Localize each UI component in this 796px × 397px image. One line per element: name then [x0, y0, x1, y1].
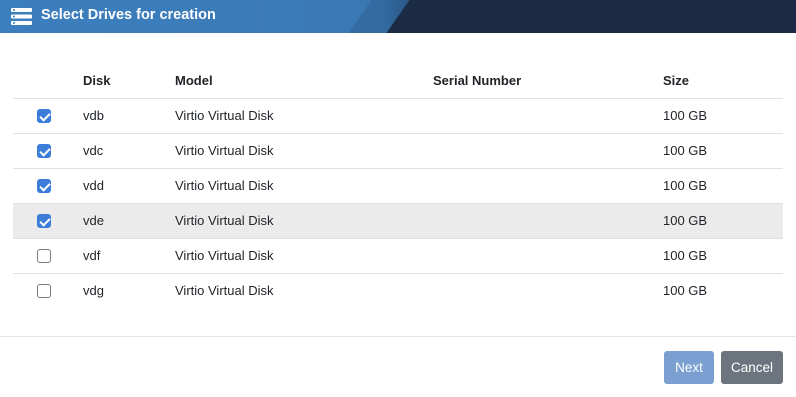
table-header-row: Disk Model Serial Number Size — [13, 64, 783, 99]
drives-table-container: Disk Model Serial Number Size vdb Virtio … — [13, 64, 783, 308]
select-cell — [13, 133, 83, 169]
column-header-select — [13, 64, 83, 99]
drive-checkbox[interactable] — [37, 143, 51, 158]
serial-cell — [433, 133, 663, 169]
column-header-serial[interactable]: Serial Number — [433, 64, 663, 99]
cancel-button[interactable]: Cancel — [721, 351, 783, 384]
select-cell — [13, 238, 83, 274]
server-list-icon — [11, 8, 32, 25]
dialog-title: Select Drives for creation — [41, 7, 216, 23]
drive-checkbox[interactable] — [37, 248, 51, 263]
column-header-size[interactable]: Size — [663, 64, 783, 99]
model-cell: Virtio Virtual Disk — [175, 98, 433, 134]
table-row[interactable]: vdd Virtio Virtual Disk 100 GB — [13, 168, 783, 204]
dialog-header: Select Drives for creation — [0, 0, 796, 33]
disk-cell: vdb — [83, 98, 175, 134]
disk-cell: vdc — [83, 133, 175, 169]
drive-checkbox[interactable] — [37, 283, 51, 298]
size-cell: 100 GB — [663, 133, 783, 169]
column-header-disk[interactable]: Disk — [83, 64, 175, 99]
disk-cell: vdf — [83, 238, 175, 274]
table-row[interactable]: vdg Virtio Virtual Disk 100 GB — [13, 273, 783, 308]
model-cell: Virtio Virtual Disk — [175, 133, 433, 169]
footer-divider — [0, 336, 796, 337]
table-row[interactable]: vdb Virtio Virtual Disk 100 GB — [13, 98, 783, 134]
select-cell — [13, 168, 83, 204]
disk-cell: vdg — [83, 283, 104, 299]
disk-cell: vdd — [83, 168, 175, 204]
size-cell: 100 GB — [663, 98, 783, 134]
drives-table: Disk Model Serial Number Size vdb Virtio … — [13, 64, 783, 308]
column-header-model[interactable]: Model — [175, 64, 433, 99]
model-cell: Virtio Virtual Disk — [175, 203, 433, 239]
model-cell: Virtio Virtual Disk — [175, 283, 274, 299]
size-cell: 100 GB — [663, 168, 783, 204]
size-cell: 100 GB — [663, 283, 708, 299]
serial-cell — [433, 98, 663, 134]
next-button[interactable]: Next — [664, 351, 714, 384]
select-cell — [13, 273, 83, 308]
model-cell: Virtio Virtual Disk — [175, 168, 433, 204]
table-row[interactable]: vdc Virtio Virtual Disk 100 GB — [13, 133, 783, 169]
table-row[interactable]: vde Virtio Virtual Disk 100 GB — [13, 203, 783, 239]
header-decoration-dark — [386, 0, 796, 33]
drive-checkbox[interactable] — [37, 178, 51, 193]
serial-cell — [433, 168, 663, 204]
drive-checkbox[interactable] — [37, 213, 51, 228]
select-cell — [13, 98, 83, 134]
serial-cell — [433, 203, 663, 239]
model-cell: Virtio Virtual Disk — [175, 238, 433, 274]
table-row[interactable]: vdf Virtio Virtual Disk 100 GB — [13, 238, 783, 274]
size-cell: 100 GB — [663, 203, 783, 239]
serial-cell — [433, 273, 663, 308]
select-cell — [13, 203, 83, 239]
drive-checkbox[interactable] — [37, 108, 51, 123]
size-cell: 100 GB — [663, 238, 783, 274]
disk-cell: vde — [83, 203, 175, 239]
serial-cell — [433, 238, 663, 274]
